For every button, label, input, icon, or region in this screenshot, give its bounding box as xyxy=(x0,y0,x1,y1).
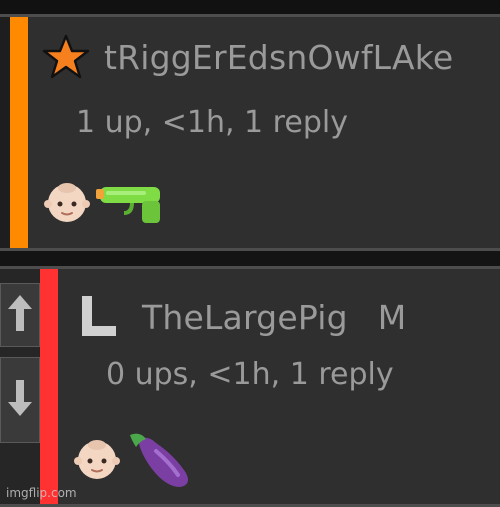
gender-flag: M xyxy=(377,297,407,337)
comment-header: tRiggErEdsnOwfLAke xyxy=(42,31,453,83)
upvote-button[interactable] xyxy=(0,283,40,347)
top-strip xyxy=(0,0,500,14)
water-gun-icon xyxy=(96,179,166,229)
comment-body xyxy=(44,179,166,229)
comment-card: TheLargePig M 0 ups, <1h, 1 reply imgfli… xyxy=(0,266,500,507)
downvote-button[interactable] xyxy=(0,357,40,443)
comment-meta: 1 up, <1h, 1 reply xyxy=(76,105,348,140)
arrow-down-icon xyxy=(6,378,34,422)
eggplant-icon xyxy=(126,429,196,493)
comment-meta: 0 ups, <1h, 1 reply xyxy=(106,357,394,392)
comment-header: TheLargePig M xyxy=(78,291,406,343)
star-icon xyxy=(42,33,90,81)
baby-face-icon xyxy=(74,436,120,486)
comment-accent-stripe xyxy=(40,269,58,504)
arrow-up-icon xyxy=(6,293,34,337)
comment-body xyxy=(74,429,196,493)
reply-elbow-icon xyxy=(78,294,124,340)
baby-face-icon xyxy=(44,179,90,229)
comment-card: tRiggErEdsnOwfLAke 1 up, <1h, 1 reply xyxy=(0,14,500,251)
comment-accent-stripe xyxy=(10,17,28,248)
username-link[interactable]: TheLargePig xyxy=(142,298,348,337)
watermark: imgflip.com xyxy=(6,486,77,500)
username-link[interactable]: tRiggErEdsnOwfLAke xyxy=(104,38,453,77)
